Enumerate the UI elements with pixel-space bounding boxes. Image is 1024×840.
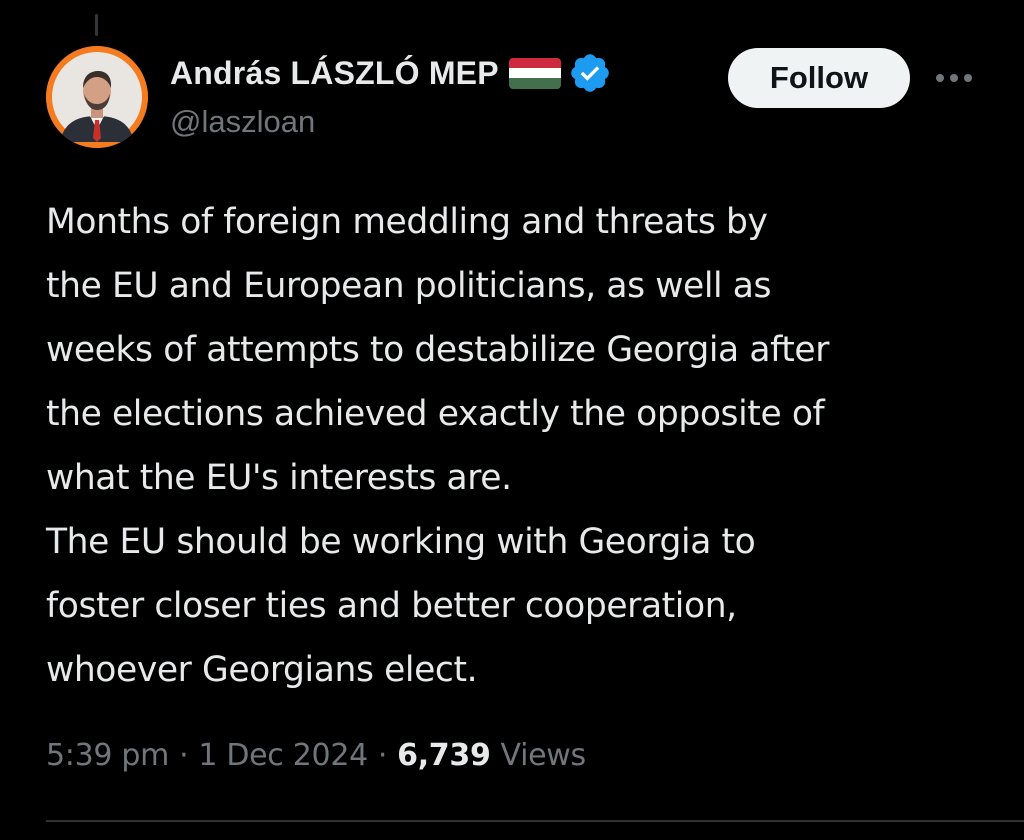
meta-separator: · bbox=[377, 737, 388, 773]
more-options-icon[interactable] bbox=[932, 60, 976, 96]
avatar-portrait bbox=[46, 46, 148, 148]
tweet-date[interactable]: 1 Dec 2024 bbox=[198, 738, 368, 773]
thread-connector-line bbox=[95, 14, 98, 36]
tweet-meta: 5:39 pm · 1 Dec 2024 · 6,739 Views bbox=[46, 730, 586, 780]
hungary-flag-icon bbox=[508, 57, 561, 89]
divider bbox=[46, 820, 1024, 822]
tweet-time[interactable]: 5:39 pm bbox=[46, 738, 169, 773]
views-count[interactable]: 6,739 bbox=[397, 738, 491, 773]
views-label[interactable]: Views bbox=[501, 738, 587, 773]
author-handle[interactable]: @laszloan bbox=[170, 104, 315, 140]
follow-button[interactable]: Follow bbox=[728, 48, 910, 108]
author-display-name[interactable]: András LÁSZLÓ MEP bbox=[170, 55, 499, 92]
verified-badge-icon[interactable] bbox=[568, 51, 612, 95]
meta-separator: · bbox=[179, 737, 189, 773]
tweet-text: Months of foreign meddling and threats b… bbox=[46, 202, 829, 690]
avatar[interactable] bbox=[46, 46, 148, 148]
author-name-row: András LÁSZLÓ MEP bbox=[170, 52, 612, 94]
